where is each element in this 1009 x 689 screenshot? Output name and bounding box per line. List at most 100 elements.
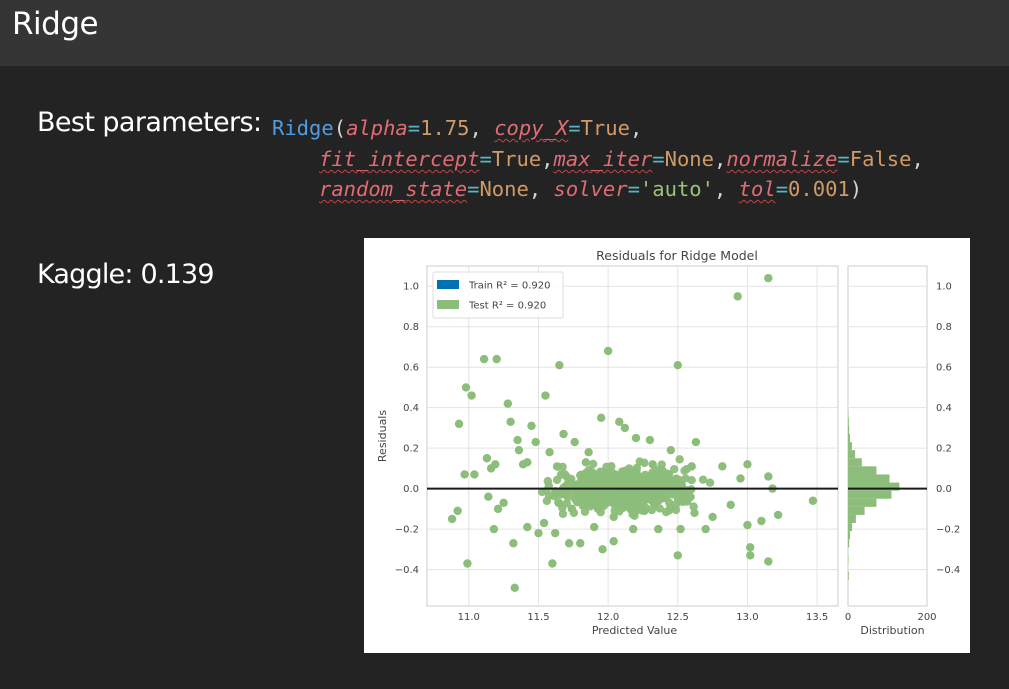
test-point	[489, 524, 499, 534]
test-point	[764, 273, 773, 283]
code-val-solver: 'auto'	[639, 177, 714, 201]
test-point	[545, 447, 554, 457]
code-val-copy-x: True	[580, 116, 630, 140]
test-point	[673, 551, 682, 560]
test-point	[698, 475, 708, 484]
hist-y-tick-label: 0.2	[936, 444, 952, 455]
test-point	[589, 522, 599, 532]
test-point	[470, 470, 479, 479]
chart-title: Residuals for Ridge Model	[596, 248, 758, 263]
legend-swatch	[437, 300, 459, 309]
test-point	[555, 360, 564, 370]
test-point	[687, 476, 696, 485]
test-point	[630, 511, 639, 520]
test-point	[479, 354, 489, 364]
residual-plot-panel: Residuals for Ridge Model −0.4 −0.4 −0.2 −0.…	[364, 238, 970, 653]
test-point	[531, 437, 540, 447]
histogram-bar	[848, 466, 877, 475]
test-point	[773, 510, 783, 520]
test-point	[666, 445, 676, 455]
hist-y-tick-label: −0.2	[936, 525, 960, 536]
test-point	[509, 539, 518, 548]
test-point	[733, 292, 742, 301]
test-point	[567, 504, 577, 514]
hist-x-axis-label: Distribution	[860, 624, 924, 637]
histogram-bar	[848, 433, 850, 443]
test-point	[564, 539, 574, 548]
test-point	[691, 437, 701, 447]
test-point	[657, 466, 667, 475]
test-point	[506, 417, 515, 427]
test-point	[655, 504, 664, 513]
test-point	[586, 494, 595, 504]
hist-y-tick-label: 0.4	[936, 403, 952, 414]
test-point	[539, 518, 549, 528]
test-point	[463, 559, 472, 568]
histogram-bar	[848, 531, 850, 540]
test-point	[687, 462, 696, 471]
histogram-bar	[848, 425, 850, 434]
histogram-bar	[848, 490, 892, 499]
test-point	[675, 455, 684, 464]
y-axis-label: Residuals	[376, 410, 389, 462]
test-point	[680, 466, 689, 475]
test-point	[630, 498, 640, 507]
test-point	[743, 520, 752, 530]
kaggle-score: Kaggle: 0.139	[37, 259, 215, 290]
code-val-random-state: None	[479, 177, 529, 201]
code-kw-solver: solver	[553, 177, 628, 201]
test-point	[613, 483, 622, 492]
test-point	[648, 460, 657, 469]
test-point	[622, 470, 631, 479]
code-line-3: random_state=None, solver='auto', tol=0.…	[319, 177, 863, 201]
test-point	[764, 472, 773, 481]
best-parameters-label: Best parameters:	[37, 107, 262, 138]
test-point	[726, 500, 735, 510]
test-point	[628, 524, 638, 534]
x-tick-label: 13.0	[736, 612, 758, 623]
legend-label: Train R² = 0.920	[468, 281, 551, 292]
code-val-alpha: 1.75	[420, 116, 470, 140]
test-point	[513, 435, 522, 445]
code-kw-copy-x: copy_X	[494, 116, 569, 140]
y-tick-label: 0.4	[403, 403, 419, 414]
x-tick-label: 13.5	[806, 612, 828, 623]
code-kw-fit-intercept: fit_intercept	[319, 147, 480, 171]
y-tick-label: 1.0	[403, 282, 419, 293]
y-tick-label: −0.4	[395, 565, 419, 576]
legend-label: Test R² = 0.920	[468, 301, 546, 312]
code-val-max-iter: None	[664, 147, 714, 171]
histogram-bar	[848, 539, 850, 548]
test-point	[484, 492, 493, 501]
test-point	[690, 508, 699, 518]
hist-y-tick-label: 0.6	[936, 363, 952, 374]
test-point	[541, 391, 550, 400]
y-tick-label: 0.0	[403, 484, 419, 495]
test-point	[757, 516, 766, 526]
test-point	[552, 475, 562, 485]
test-point	[701, 524, 710, 534]
test-point	[718, 462, 727, 471]
slide-title: Ridge	[12, 6, 99, 42]
test-point	[514, 445, 524, 455]
test-point	[673, 360, 682, 370]
test-point	[510, 583, 519, 592]
histogram-bar	[848, 498, 877, 507]
test-point	[676, 524, 685, 534]
hist-y-tick-label: −0.4	[936, 565, 960, 576]
test-point	[523, 522, 532, 532]
code-val-tol: 0.001	[788, 177, 850, 201]
code-line-1: Ridge(alpha=1.75, copy_X=True,	[272, 116, 643, 140]
code-kw-random-state: random_state	[319, 177, 468, 201]
test-point	[542, 496, 552, 506]
test-point	[808, 496, 818, 505]
test-point	[534, 528, 543, 538]
x-tick-label: 11.0	[458, 612, 480, 623]
test-point	[492, 354, 501, 364]
code-class-name: Ridge	[272, 116, 334, 140]
test-point	[581, 458, 591, 467]
test-point	[596, 413, 606, 422]
test-point	[523, 458, 532, 467]
test-point	[620, 423, 630, 433]
test-point	[460, 470, 469, 479]
